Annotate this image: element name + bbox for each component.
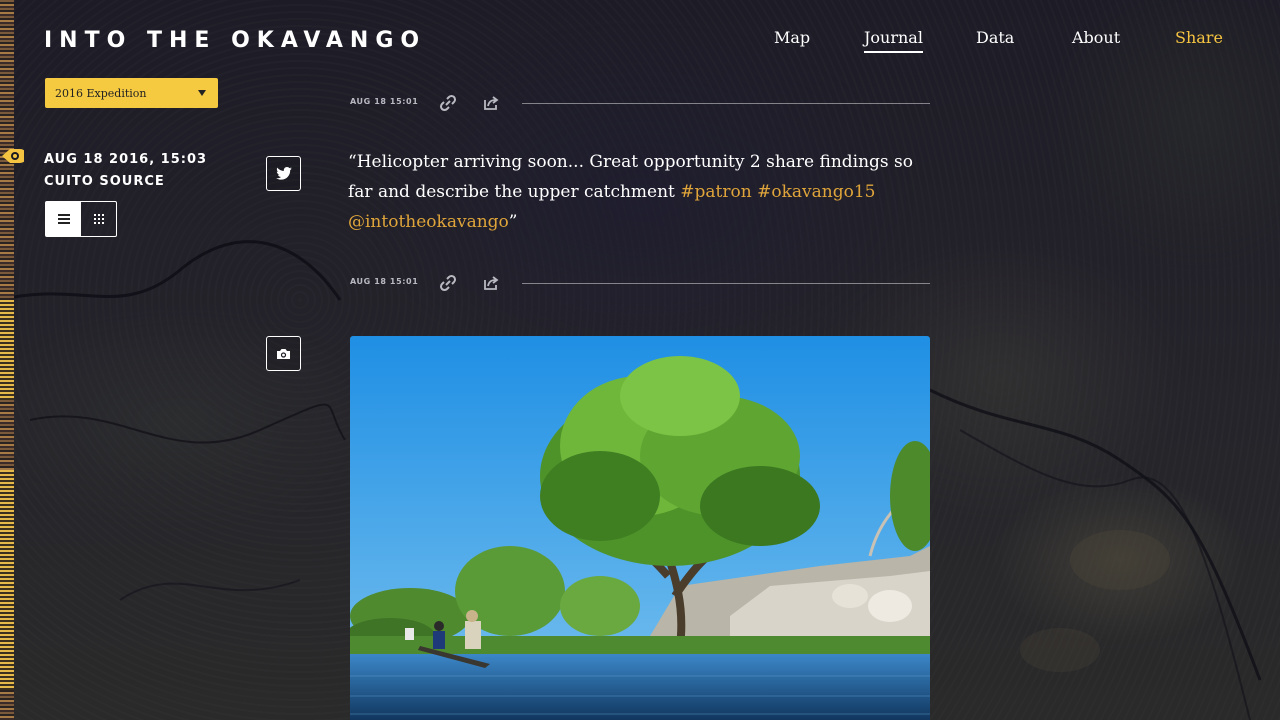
- expedition-select-value: 2016 Expedition: [55, 86, 147, 100]
- tweet-close-quote: ”: [508, 212, 518, 232]
- hashtag-link[interactable]: #patron: [680, 182, 751, 202]
- list-view-button[interactable]: [46, 202, 81, 236]
- twitter-icon: [275, 167, 292, 180]
- grid-icon: [93, 214, 104, 224]
- main-nav: Map Journal Data About Share: [0, 28, 1280, 53]
- post-timestamp: AUG 18 15:01: [350, 97, 419, 106]
- post-meta-row: AUG 18 15:01: [350, 273, 930, 293]
- list-icon: [57, 214, 70, 224]
- divider: [522, 103, 930, 104]
- current-location: CUITO SOURCE: [44, 174, 165, 189]
- divider: [522, 283, 930, 284]
- post-timestamp: AUG 18 15:01: [350, 277, 419, 286]
- tweet-text: “Helicopter arriving soon... Great oppor…: [348, 147, 938, 237]
- grid-view-button[interactable]: [81, 202, 116, 236]
- current-date: AUG 18 2016, 15:03: [44, 152, 208, 167]
- timeline-band: [0, 470, 14, 690]
- nav-share[interactable]: Share: [1175, 28, 1223, 51]
- post-meta-row: AUG 18 15:01: [350, 93, 930, 113]
- camera-icon: [277, 348, 290, 359]
- expedition-select[interactable]: 2016 Expedition: [45, 78, 218, 108]
- nav-data[interactable]: Data: [976, 28, 1014, 51]
- nav-about[interactable]: About: [1072, 28, 1120, 51]
- nav-journal[interactable]: Journal: [864, 28, 923, 53]
- journal-photo[interactable]: [350, 336, 930, 720]
- nav-map[interactable]: Map: [774, 28, 810, 51]
- river-tree-photo: [350, 336, 930, 720]
- link-icon[interactable]: [438, 273, 458, 293]
- link-icon[interactable]: [438, 93, 458, 113]
- chevron-down-icon: [198, 90, 206, 96]
- tweet-type-badge: [266, 156, 301, 191]
- timeline-marker-icon[interactable]: [2, 146, 24, 166]
- photo-type-badge: [266, 336, 301, 371]
- timeline-strip[interactable]: [0, 0, 14, 720]
- share-icon[interactable]: [481, 273, 501, 293]
- hashtag-link[interactable]: #okavango15: [757, 182, 875, 202]
- share-icon[interactable]: [481, 93, 501, 113]
- mention-link[interactable]: @intotheokavango: [348, 212, 509, 232]
- timeline-band: [0, 300, 14, 400]
- view-toggle: [45, 201, 117, 237]
